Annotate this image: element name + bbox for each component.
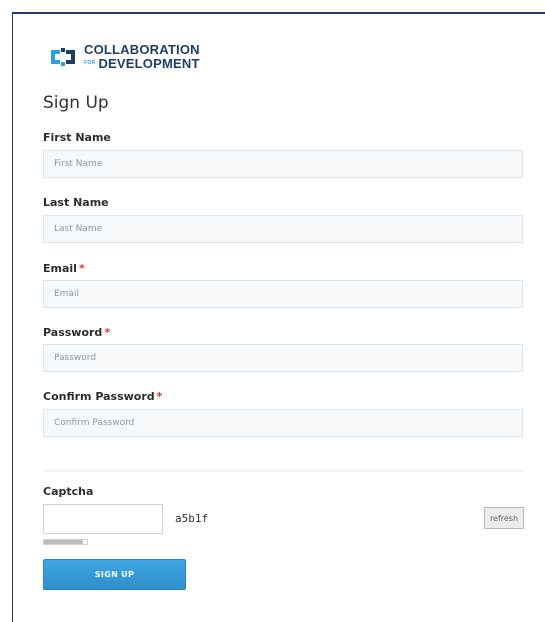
last-name-label: Last Name <box>43 196 109 209</box>
confirm-password-required-mark: * <box>156 390 163 403</box>
form-divider <box>43 470 523 472</box>
password-required-mark: * <box>104 326 111 339</box>
confirm-password-label: Confirm Password * <box>43 390 163 403</box>
captcha-input[interactable] <box>43 504 163 534</box>
confirm-password-field[interactable] <box>43 409 523 437</box>
captcha-label: Captcha <box>43 485 94 498</box>
first-name-label: First Name <box>43 131 111 144</box>
brand-name-line2: FOR DEVELOPMENT <box>84 57 200 70</box>
email-label: Email * <box>43 262 85 275</box>
brand-name-line1: COLLABORATION <box>84 42 200 57</box>
brand-logo: COLLABORATION FOR DEVELOPMENT <box>48 43 200 70</box>
captcha-refresh-button[interactable]: refresh <box>484 507 524 529</box>
page-title: Sign Up <box>43 93 109 113</box>
password-label: Password * <box>43 326 111 339</box>
sign-up-button[interactable]: SIGN UP <box>43 559 186 590</box>
brand-for: FOR <box>84 60 96 66</box>
signup-panel: COLLABORATION FOR DEVELOPMENT Sign Up Fi… <box>12 12 545 622</box>
captcha-progress-fill <box>44 540 83 544</box>
collaboration-logo-icon <box>51 47 75 66</box>
captcha-code: a5b1f <box>175 512 209 525</box>
brand-development: DEVELOPMENT <box>98 56 200 71</box>
first-name-field[interactable] <box>43 150 523 178</box>
email-required-mark: * <box>78 262 85 275</box>
password-field[interactable] <box>43 344 523 372</box>
last-name-field[interactable] <box>43 215 523 243</box>
email-field[interactable] <box>43 280 523 308</box>
brand-name: COLLABORATION FOR DEVELOPMENT <box>84 43 200 70</box>
captcha-progress-bar <box>43 539 88 545</box>
